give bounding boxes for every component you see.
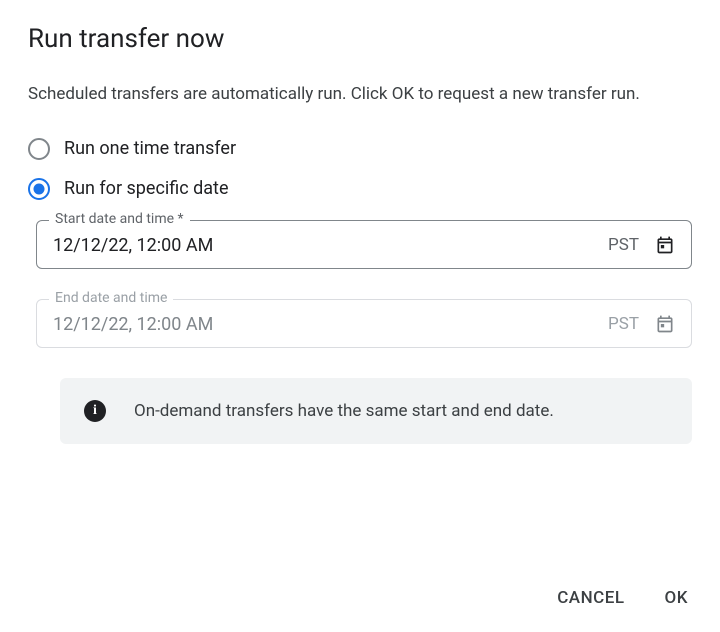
end-date-field: End date and time 12/12/22, 12:00 AM PST	[36, 299, 692, 348]
start-date-field[interactable]: Start date and time * 12/12/22, 12:00 AM…	[36, 220, 692, 269]
calendar-icon	[655, 314, 675, 334]
radio-specific-date[interactable]: Run for specific date	[28, 178, 692, 200]
ok-button[interactable]: OK	[661, 580, 692, 616]
run-mode-radio-group: Run one time transfer Run for specific d…	[28, 138, 692, 200]
dialog-title: Run transfer now	[28, 24, 692, 54]
end-date-value: 12/12/22, 12:00 AM	[53, 314, 608, 335]
info-icon: i	[84, 400, 106, 422]
start-timezone: PST	[608, 235, 639, 255]
info-message: On-demand transfers have the same start …	[134, 401, 554, 421]
calendar-icon[interactable]	[655, 235, 675, 255]
cancel-button[interactable]: CANCEL	[553, 580, 628, 616]
end-date-right: PST	[608, 314, 675, 334]
radio-one-time-transfer[interactable]: Run one time transfer	[28, 138, 692, 160]
dialog-buttons: CANCEL OK	[553, 580, 692, 616]
radio-specific-date-label: Run for specific date	[64, 178, 229, 199]
start-date-value: 12/12/22, 12:00 AM	[53, 235, 608, 256]
start-date-right: PST	[608, 235, 675, 255]
radio-checked-icon	[28, 178, 50, 200]
radio-one-time-label: Run one time transfer	[64, 138, 236, 159]
end-date-legend: End date and time	[49, 290, 173, 306]
info-banner: i On-demand transfers have the same star…	[60, 378, 692, 444]
end-timezone: PST	[608, 314, 639, 334]
dialog-description: Scheduled transfers are automatically ru…	[28, 82, 688, 108]
start-date-legend: Start date and time *	[49, 211, 190, 227]
date-fields-container: Start date and time * 12/12/22, 12:00 AM…	[36, 220, 692, 348]
radio-unchecked-icon	[28, 138, 50, 160]
